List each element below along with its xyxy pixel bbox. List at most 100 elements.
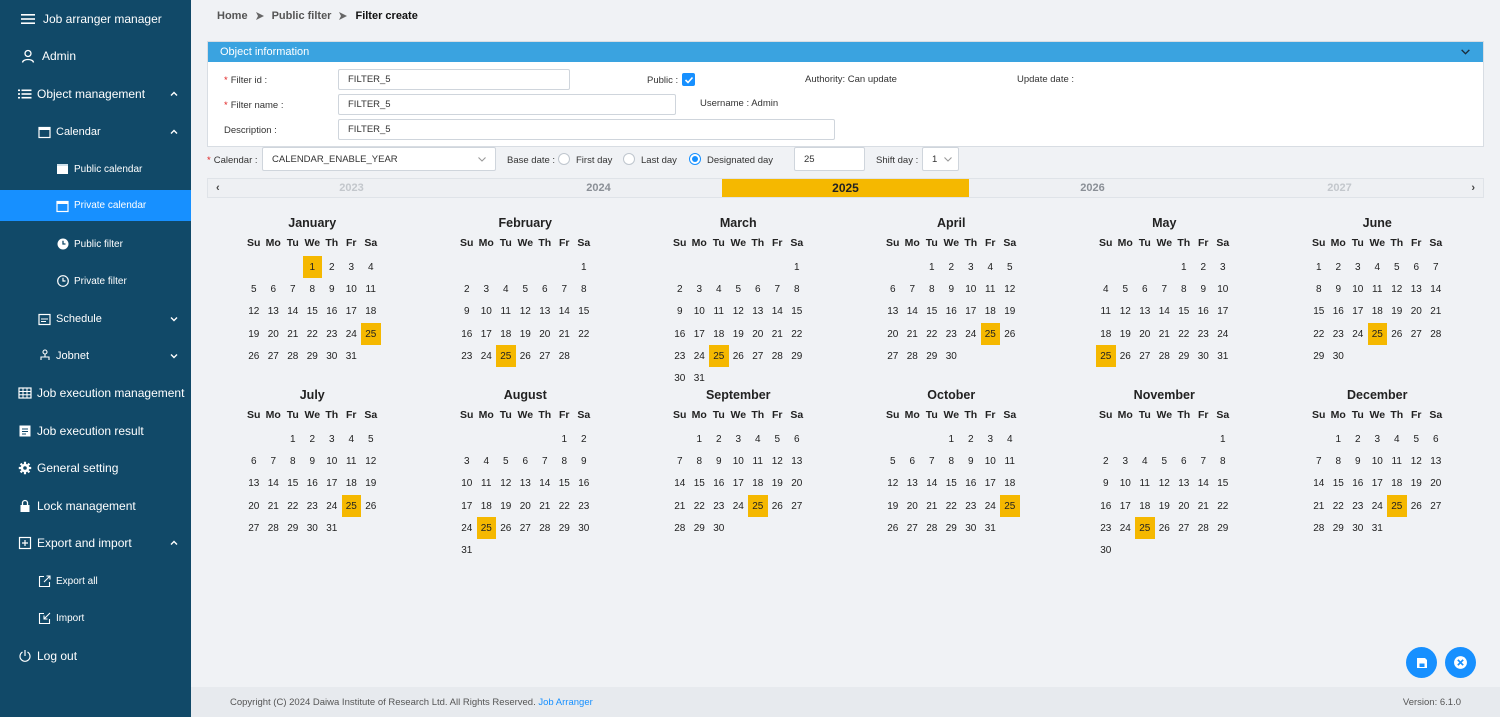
day-cell[interactable]: 22 bbox=[1329, 495, 1349, 517]
day-cell[interactable]: 23 bbox=[1329, 323, 1349, 345]
day-cell[interactable]: 17 bbox=[1368, 473, 1388, 495]
sidebar-item-log-out[interactable]: Log out bbox=[0, 647, 191, 665]
day-cell[interactable]: 21 bbox=[555, 323, 575, 345]
day-cell[interactable]: 15 bbox=[1213, 473, 1233, 495]
day-cell[interactable]: 27 bbox=[748, 345, 768, 367]
day-cell[interactable]: 17 bbox=[1213, 301, 1233, 323]
day-cell[interactable]: 21 bbox=[264, 495, 284, 517]
day-cell[interactable]: 24 bbox=[1116, 517, 1136, 539]
day-cell[interactable]: 2 bbox=[574, 428, 594, 450]
chevron-down-icon[interactable] bbox=[1460, 46, 1471, 60]
day-cell[interactable]: 8 bbox=[303, 278, 323, 300]
last-day-radio[interactable] bbox=[623, 153, 635, 165]
day-cell[interactable]: 4 bbox=[1000, 428, 1020, 450]
day-cell[interactable]: 7 bbox=[922, 450, 942, 472]
day-cell[interactable]: 5 bbox=[1155, 450, 1175, 472]
day-cell[interactable]: 3 bbox=[322, 428, 342, 450]
day-cell[interactable]: 10 bbox=[1348, 278, 1368, 300]
object-information-header[interactable]: Object information bbox=[208, 42, 1483, 62]
day-cell[interactable]: 30 bbox=[303, 517, 323, 539]
day-cell-selected[interactable]: 25 bbox=[1367, 322, 1387, 346]
day-cell-selected[interactable]: 25 bbox=[341, 494, 361, 518]
designated-day-radio[interactable] bbox=[689, 153, 701, 165]
day-cell[interactable]: 30 bbox=[670, 367, 690, 389]
job-arranger-link[interactable]: Job Arranger bbox=[538, 697, 592, 708]
day-cell[interactable]: 8 bbox=[922, 278, 942, 300]
sidebar-item-export-all[interactable]: Export all bbox=[0, 572, 191, 590]
day-cell[interactable]: 5 bbox=[1407, 428, 1427, 450]
day-cell[interactable]: 20 bbox=[1174, 495, 1194, 517]
day-cell[interactable]: 19 bbox=[883, 495, 903, 517]
day-cell[interactable]: 13 bbox=[883, 301, 903, 323]
day-cell[interactable]: 18 bbox=[1000, 473, 1020, 495]
day-cell[interactable]: 10 bbox=[457, 473, 477, 495]
day-cell[interactable]: 28 bbox=[264, 517, 284, 539]
day-cell[interactable]: 6 bbox=[516, 450, 536, 472]
day-cell[interactable]: 17 bbox=[729, 473, 749, 495]
day-cell[interactable]: 16 bbox=[574, 473, 594, 495]
day-cell[interactable]: 4 bbox=[1096, 278, 1116, 300]
day-cell[interactable]: 23 bbox=[322, 323, 342, 345]
day-cell[interactable]: 26 bbox=[1407, 495, 1427, 517]
day-cell[interactable]: 24 bbox=[342, 323, 362, 345]
day-cell[interactable]: 22 bbox=[1309, 323, 1329, 345]
day-cell[interactable]: 9 bbox=[670, 301, 690, 323]
day-cell[interactable]: 20 bbox=[264, 323, 284, 345]
year-tab[interactable]: 2026 bbox=[969, 179, 1216, 197]
day-cell[interactable]: 30 bbox=[942, 345, 962, 367]
day-cell[interactable]: 24 bbox=[477, 345, 497, 367]
day-cell[interactable]: 30 bbox=[322, 345, 342, 367]
day-cell[interactable]: 1 bbox=[1213, 428, 1233, 450]
day-cell[interactable]: 26 bbox=[729, 345, 749, 367]
day-cell[interactable]: 16 bbox=[942, 301, 962, 323]
day-cell[interactable]: 7 bbox=[535, 450, 555, 472]
sidebar-item-job-execution-result[interactable]: Job execution result bbox=[0, 422, 191, 440]
day-cell[interactable]: 15 bbox=[574, 301, 594, 323]
day-cell[interactable]: 28 bbox=[283, 345, 303, 367]
day-cell[interactable]: 18 bbox=[361, 301, 381, 323]
day-cell[interactable]: 28 bbox=[1426, 323, 1446, 345]
day-cell[interactable]: 29 bbox=[1174, 345, 1194, 367]
filter-name-input[interactable]: FILTER_5 bbox=[338, 94, 676, 115]
day-cell[interactable]: 9 bbox=[322, 278, 342, 300]
day-cell[interactable]: 11 bbox=[981, 278, 1001, 300]
day-cell[interactable]: 13 bbox=[748, 301, 768, 323]
day-cell[interactable]: 23 bbox=[303, 495, 323, 517]
day-cell[interactable]: 18 bbox=[1135, 495, 1155, 517]
day-cell[interactable]: 19 bbox=[729, 323, 749, 345]
day-cell[interactable]: 3 bbox=[1348, 256, 1368, 278]
day-cell[interactable]: 2 bbox=[961, 428, 981, 450]
day-cell[interactable]: 27 bbox=[883, 345, 903, 367]
day-cell[interactable]: 27 bbox=[787, 495, 807, 517]
day-cell[interactable]: 14 bbox=[1155, 301, 1175, 323]
day-cell[interactable]: 24 bbox=[1348, 323, 1368, 345]
day-cell[interactable]: 18 bbox=[748, 473, 768, 495]
day-cell[interactable]: 31 bbox=[457, 539, 477, 561]
day-cell[interactable]: 1 bbox=[1174, 256, 1194, 278]
sidebar-item-object-management[interactable]: Object management bbox=[0, 85, 191, 103]
day-cell[interactable]: 26 bbox=[1116, 345, 1136, 367]
day-cell[interactable]: 23 bbox=[457, 345, 477, 367]
sidebar-item-jobnet[interactable]: Jobnet bbox=[0, 347, 191, 365]
day-cell[interactable]: 27 bbox=[1407, 323, 1427, 345]
day-cell[interactable]: 12 bbox=[244, 301, 264, 323]
day-cell-selected[interactable]: 25 bbox=[1135, 517, 1155, 540]
day-cell[interactable]: 18 bbox=[981, 301, 1001, 323]
day-cell[interactable]: 4 bbox=[496, 278, 516, 300]
day-cell[interactable]: 20 bbox=[1426, 473, 1446, 495]
day-cell[interactable]: 3 bbox=[690, 278, 710, 300]
day-cell[interactable]: 26 bbox=[768, 495, 788, 517]
day-cell[interactable]: 26 bbox=[244, 345, 264, 367]
day-cell[interactable]: 23 bbox=[1096, 517, 1116, 539]
day-cell[interactable]: 8 bbox=[283, 450, 303, 472]
day-cell[interactable]: 21 bbox=[1155, 323, 1175, 345]
day-cell[interactable]: 20 bbox=[903, 495, 923, 517]
day-cell[interactable]: 12 bbox=[1387, 278, 1407, 300]
year-tab[interactable]: 2024 bbox=[475, 179, 722, 197]
day-cell[interactable]: 9 bbox=[303, 450, 323, 472]
day-cell[interactable]: 9 bbox=[942, 278, 962, 300]
day-cell[interactable]: 12 bbox=[768, 450, 788, 472]
day-cell[interactable]: 11 bbox=[477, 473, 497, 495]
day-cell[interactable]: 8 bbox=[555, 450, 575, 472]
public-checkbox[interactable] bbox=[682, 73, 695, 86]
